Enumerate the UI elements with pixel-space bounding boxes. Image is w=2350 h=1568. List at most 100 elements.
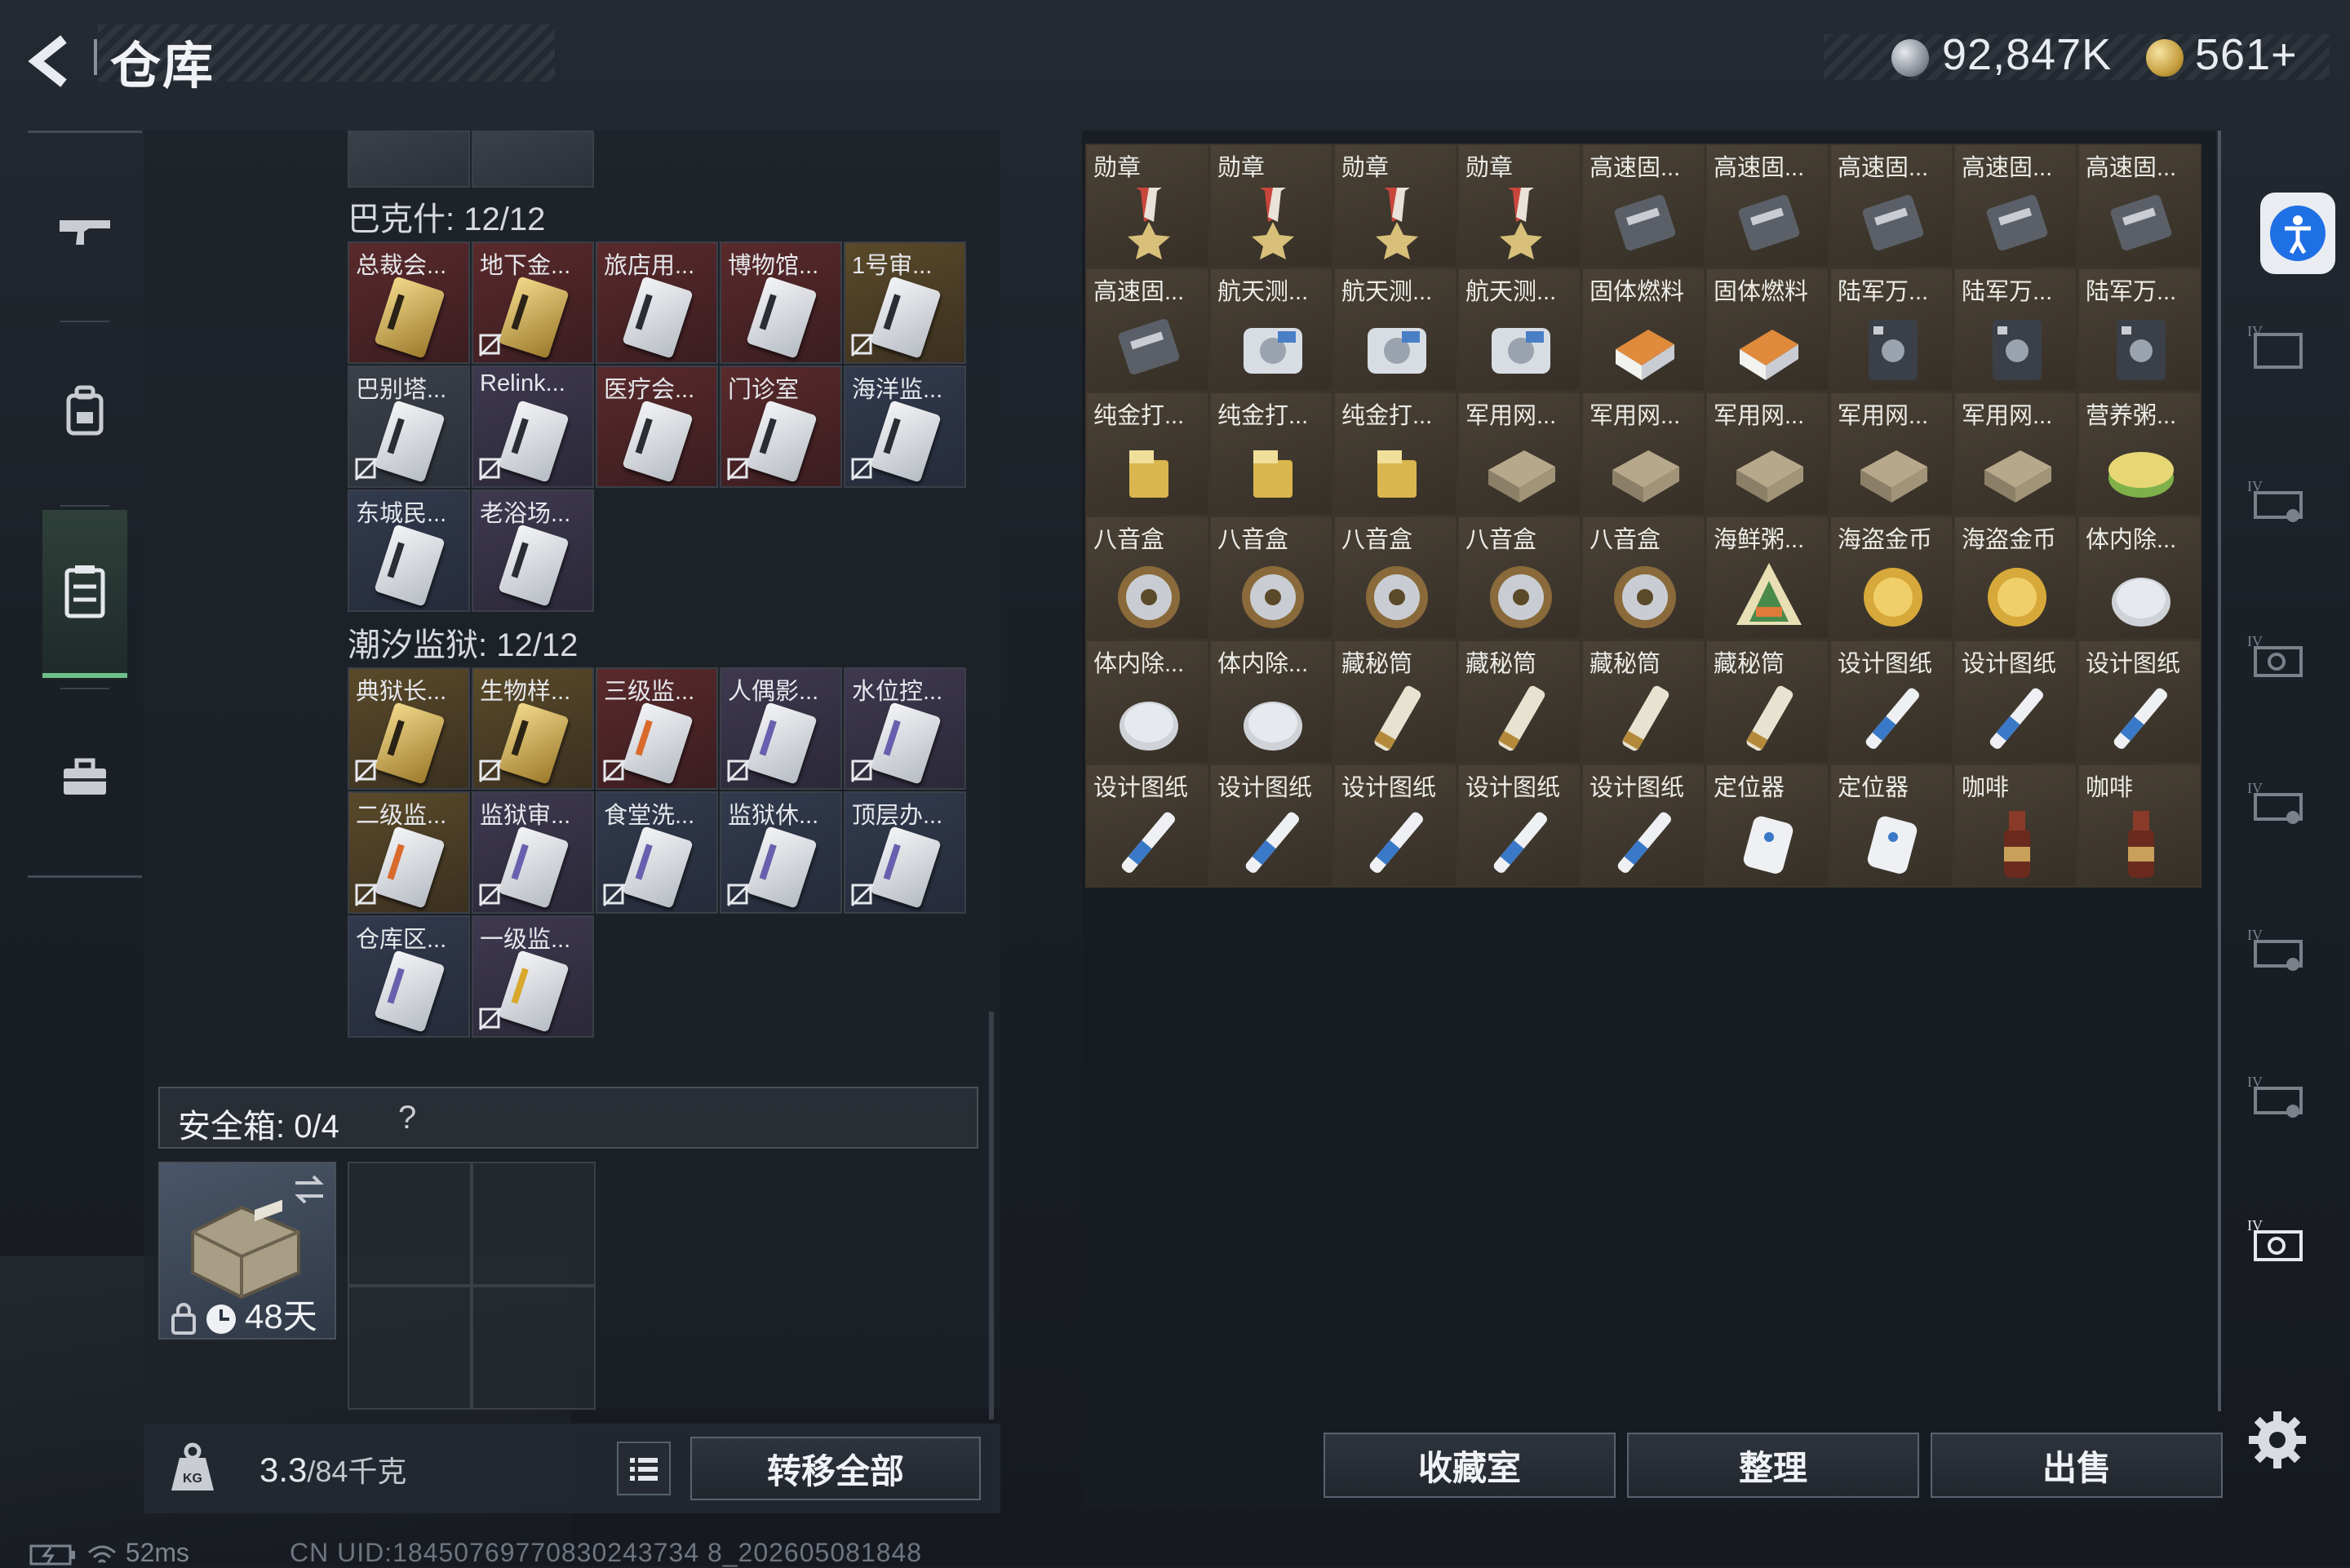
storage-item[interactable]: 体内除... (1209, 640, 1333, 764)
storage-page-tab[interactable]: IV (2240, 1061, 2313, 1134)
collection-room-button[interactable]: 收藏室 (1324, 1433, 1616, 1498)
storage-item[interactable]: 咖啡 (2077, 764, 2201, 888)
transfer-all-button[interactable]: 转移全部 (690, 1437, 981, 1500)
storage-item[interactable]: 航天测... (1209, 268, 1333, 392)
storage-item[interactable]: 海盗金币 (1829, 516, 1953, 640)
storage-item[interactable]: 藏秘筒 (1705, 640, 1829, 764)
storage-item[interactable]: 定位器 (1829, 764, 1953, 888)
storage-item[interactable]: 军用网... (1581, 392, 1705, 516)
keycard-item[interactable]: 人偶影... (720, 667, 842, 790)
keycard-item[interactable]: 地下金... (472, 241, 594, 364)
storage-item[interactable]: 高速固... (2077, 144, 2201, 268)
back-arrow-icon[interactable] (24, 33, 82, 90)
storage-item[interactable]: 高速固... (1829, 144, 1953, 268)
storage-item[interactable]: 航天测... (1457, 268, 1581, 392)
settings-gear-icon[interactable] (2241, 1403, 2314, 1477)
storage-item[interactable]: 咖啡 (1953, 764, 2077, 888)
storage-page-tab[interactable]: IV (2240, 465, 2313, 538)
storage-item[interactable]: 高速固... (1705, 144, 1829, 268)
right-scrollbar[interactable] (2218, 131, 2221, 1411)
storage-item[interactable]: 军用网... (1829, 392, 1953, 516)
list-view-button[interactable] (617, 1442, 671, 1495)
storage-item[interactable]: 体内除... (1085, 640, 1209, 764)
storage-item[interactable]: 藏秘筒 (1333, 640, 1457, 764)
keycard-item[interactable]: 东城民... (348, 489, 470, 612)
storage-page-tab[interactable]: IV (2240, 620, 2313, 693)
storage-item[interactable]: 八音盒 (1581, 516, 1705, 640)
safe-box-slot[interactable] (348, 1286, 472, 1410)
keycard-item[interactable]: 老浴场... (472, 489, 594, 612)
storage-item[interactable]: 固体燃料 (1705, 268, 1829, 392)
storage-item[interactable]: 八音盒 (1085, 516, 1209, 640)
storage-item[interactable]: 营养粥... (2077, 392, 2201, 516)
keycard-item[interactable]: 一级监... (472, 915, 594, 1038)
storage-page-tab[interactable]: IV (2240, 914, 2313, 987)
storage-item[interactable]: 体内除... (2077, 516, 2201, 640)
storage-item[interactable]: 纯金打... (1209, 392, 1333, 516)
storage-item[interactable]: 设计图纸 (1829, 640, 1953, 764)
storage-item[interactable]: 设计图纸 (1085, 764, 1209, 888)
safe-box-slot[interactable] (472, 1286, 596, 1410)
keycard-item[interactable]: Relink... (472, 365, 594, 488)
safe-box-slot[interactable] (472, 1162, 596, 1286)
keycard-item[interactable]: 三级监... (596, 667, 718, 790)
key-slot-partial[interactable] (348, 131, 470, 188)
rail-item-weapon[interactable] (42, 151, 127, 314)
rail-item-backpack[interactable] (42, 329, 127, 492)
storage-page-tab[interactable]: IV (2240, 310, 2313, 383)
sell-button[interactable]: 出售 (1931, 1433, 2223, 1498)
storage-item[interactable]: 军用网... (1457, 392, 1581, 516)
rail-item-toolbox[interactable] (42, 696, 127, 859)
storage-item[interactable]: 陆军万... (1829, 268, 1953, 392)
storage-item[interactable]: 藏秘筒 (1581, 640, 1705, 764)
keycard-item[interactable]: 典狱长... (348, 667, 470, 790)
rail-item-chest-rig[interactable] (42, 510, 127, 678)
storage-item[interactable]: 海盗金币 (1953, 516, 2077, 640)
storage-item[interactable]: 设计图纸 (2077, 640, 2201, 764)
accessibility-button[interactable] (2260, 193, 2335, 274)
storage-item[interactable]: 高速固... (1953, 144, 2077, 268)
keycard-item[interactable]: 海洋监... (844, 365, 966, 488)
storage-page-tab-active[interactable]: IV (2240, 1204, 2313, 1278)
keycard-item[interactable]: 医疗会... (596, 365, 718, 488)
storage-item[interactable]: 陆军万... (2077, 268, 2201, 392)
keycard-item[interactable]: 监狱休... (720, 791, 842, 914)
keycard-item[interactable]: 生物样... (472, 667, 594, 790)
keycard-item[interactable]: 二级监... (348, 791, 470, 914)
keycard-item[interactable]: 仓库区... (348, 915, 470, 1038)
storage-item[interactable]: 高速固... (1581, 144, 1705, 268)
storage-item[interactable]: 设计图纸 (1953, 640, 2077, 764)
storage-item[interactable]: 设计图纸 (1457, 764, 1581, 888)
storage-item[interactable]: 高速固... (1085, 268, 1209, 392)
storage-item[interactable]: 勋章 (1085, 144, 1209, 268)
keycard-item[interactable]: 水位控... (844, 667, 966, 790)
storage-page-tab[interactable]: IV (2240, 767, 2313, 840)
storage-item[interactable]: 陆军万... (1953, 268, 2077, 392)
swap-icon[interactable] (290, 1173, 328, 1206)
keycard-item[interactable]: 监狱审... (472, 791, 594, 914)
key-slot-partial[interactable] (472, 131, 594, 188)
storage-item[interactable]: 海鲜粥... (1705, 516, 1829, 640)
storage-item[interactable]: 八音盒 (1457, 516, 1581, 640)
sort-button[interactable]: 整理 (1627, 1433, 1919, 1498)
storage-item[interactable]: 军用网... (1705, 392, 1829, 516)
storage-item[interactable]: 八音盒 (1209, 516, 1333, 640)
silver-currency-amount[interactable]: 92,847K (1942, 29, 2112, 80)
storage-item[interactable]: 设计图纸 (1209, 764, 1333, 888)
storage-item[interactable]: 勋章 (1209, 144, 1333, 268)
keycard-item[interactable]: 门诊室 (720, 365, 842, 488)
storage-item[interactable]: 纯金打... (1333, 392, 1457, 516)
storage-item[interactable]: 藏秘筒 (1457, 640, 1581, 764)
storage-item[interactable]: 八音盒 (1333, 516, 1457, 640)
left-scrollbar[interactable] (989, 1012, 994, 1420)
storage-item[interactable]: 军用网... (1953, 392, 2077, 516)
keycard-item[interactable]: 巴别塔... (348, 365, 470, 488)
safe-box-slot[interactable] (348, 1162, 472, 1286)
storage-item[interactable]: 勋章 (1457, 144, 1581, 268)
storage-item[interactable]: 设计图纸 (1333, 764, 1457, 888)
storage-item[interactable]: 定位器 (1705, 764, 1829, 888)
keycard-item[interactable]: 1号审... (844, 241, 966, 364)
storage-item[interactable]: 设计图纸 (1581, 764, 1705, 888)
storage-item[interactable]: 固体燃料 (1581, 268, 1705, 392)
storage-item[interactable]: 纯金打... (1085, 392, 1209, 516)
